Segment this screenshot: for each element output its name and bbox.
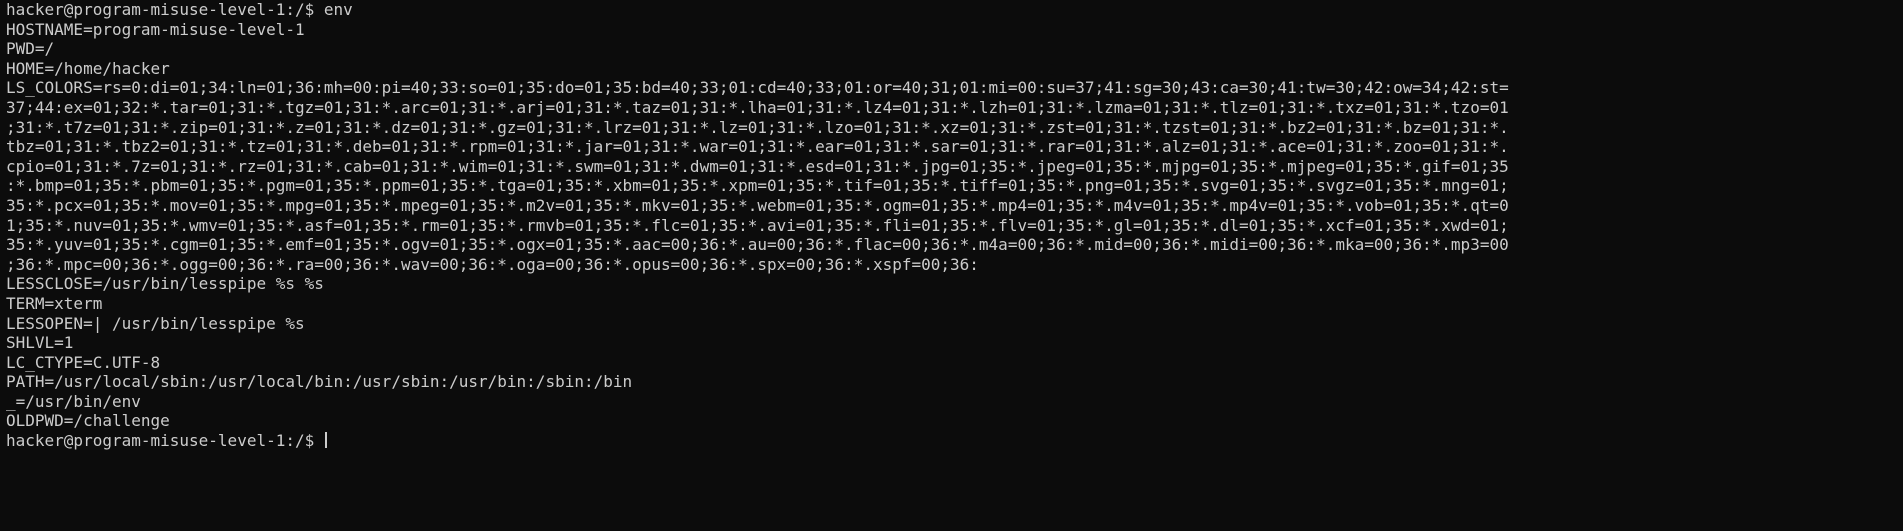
output-line: tbz=01;31:*.tbz2=01;31:*.tz=01;31:*.deb=… <box>6 137 1509 157</box>
output-line: OLDPWD=/challenge <box>6 411 170 431</box>
output-line: 1;35:*.nuv=01;35:*.wmv=01;35:*.asf=01;35… <box>6 215 1509 235</box>
output-line: :*.bmp=01;35:*.pbm=01;35:*.pgm=01;35:*.p… <box>6 176 1509 196</box>
output-line: ;36:*.mpc=00;36:*.ogg=00;36:*.ra=00;36:*… <box>6 254 979 274</box>
output-line: TERM=xterm <box>6 293 103 313</box>
output-line: HOSTNAME=program-misuse-level-1 <box>6 19 305 39</box>
output-line: SHLVL=1 <box>6 333 74 353</box>
output-line: 35:*.yuv=01;35:*.cgm=01;35:*.emf=01;35:*… <box>6 235 1509 255</box>
command-text: env <box>323 0 353 19</box>
output-line: 35:*.pcx=01;35:*.mov=01;35:*.mpg=01;35:*… <box>6 195 1509 215</box>
output-line: ;31:*.t7z=01;31:*.zip=01;31:*.z=01;31:*.… <box>6 117 1509 137</box>
output-line: _=/usr/bin/env <box>6 391 141 411</box>
terminal-window[interactable]: hacker@program-misuse-level-1:/$ env HOS… <box>0 0 1903 531</box>
output-line: LS_COLORS=rs=0:di=01;34:ln=01;36:mh=00:p… <box>6 78 1509 98</box>
output-line: LESSOPEN=| /usr/bin/lesspipe %s <box>6 313 305 333</box>
active-prompt-line[interactable]: hacker@program-misuse-level-1:/$ <box>6 431 1903 451</box>
output-line: HOME=/home/hacker <box>6 58 170 78</box>
shell-prompt: hacker@program-misuse-level-1:/$ <box>6 0 324 19</box>
output-line: PATH=/usr/local/sbin:/usr/local/bin:/usr… <box>6 372 633 392</box>
output-line: PWD=/ <box>6 39 55 59</box>
text-cursor <box>324 432 327 449</box>
command-line: hacker@program-misuse-level-1:/$ env <box>6 0 1903 20</box>
output-line: LESSCLOSE=/usr/bin/lesspipe %s %s <box>6 274 324 294</box>
output-line: cpio=01;31:*.7z=01;31:*.rz=01;31:*.cab=0… <box>6 156 1509 176</box>
command-output: HOSTNAME=program-misuse-level-1 PWD=/ HO… <box>6 20 1903 431</box>
shell-prompt-next: hacker@program-misuse-level-1:/$ <box>6 431 324 451</box>
output-line: 37;44:ex=01;32:*.tar=01;31:*.tgz=01;31:*… <box>6 97 1509 117</box>
output-line: LC_CTYPE=C.UTF-8 <box>6 352 161 372</box>
